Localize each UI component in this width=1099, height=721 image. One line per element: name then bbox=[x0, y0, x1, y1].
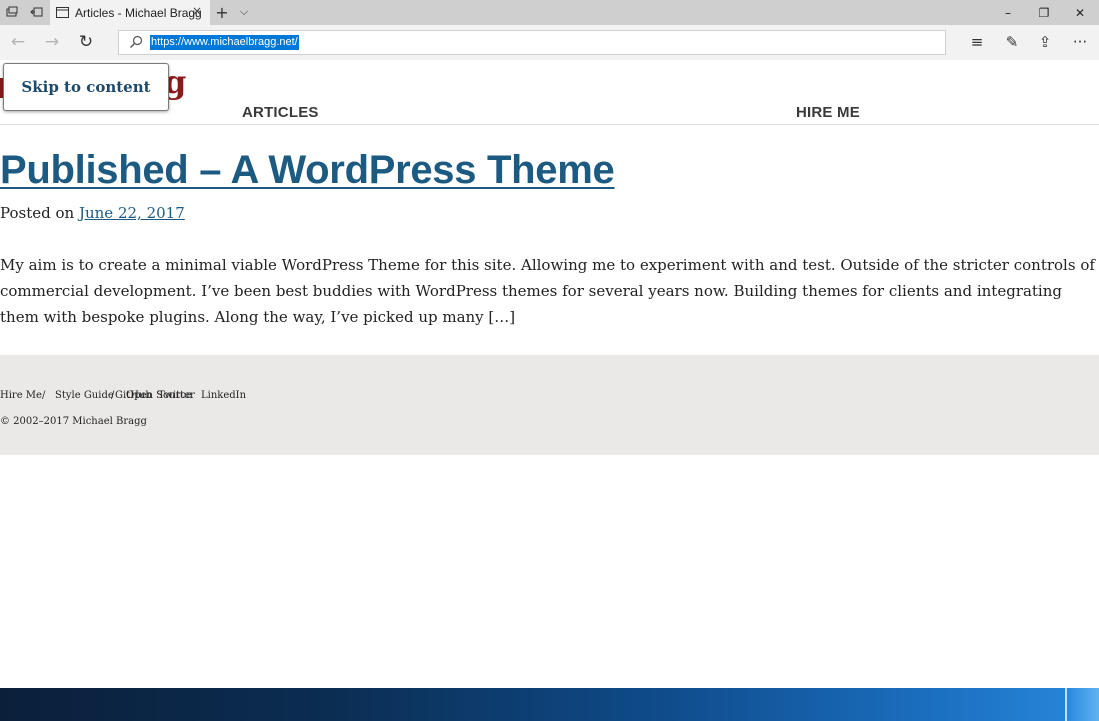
post-excerpt: My aim is to create a minimal viable Wor… bbox=[0, 256, 1095, 326]
minimize-button[interactable]: – bbox=[990, 0, 1026, 25]
desktop-taskbar bbox=[0, 688, 1099, 721]
new-tab-button[interactable]: + bbox=[214, 3, 230, 22]
close-window-button[interactable]: ✕ bbox=[1062, 0, 1098, 25]
page-icon bbox=[56, 7, 69, 18]
browser-toolbar: ← → ↻ https://www.michaelbragg.net/ ≡ ✎ … bbox=[0, 25, 1099, 60]
back-button[interactable]: ← bbox=[6, 31, 30, 53]
tabs-aside-icon[interactable] bbox=[4, 4, 20, 20]
tab-articles[interactable]: Articles - Michael Bragg × bbox=[50, 0, 210, 25]
post-title-link[interactable]: Published – A WordPress Theme bbox=[0, 148, 615, 193]
address-bar[interactable]: https://www.michaelbragg.net/ bbox=[118, 30, 946, 55]
footer-link-linkedin[interactable]: LinkedIn bbox=[201, 390, 246, 401]
set-tabs-aside-icon[interactable] bbox=[28, 4, 44, 20]
web-note-pen-icon[interactable]: ✎ bbox=[1000, 31, 1024, 53]
nav-item-hire-me[interactable]: HIRE ME bbox=[796, 104, 860, 121]
taskbar-window-thumbnail[interactable] bbox=[1065, 688, 1099, 721]
search-icon bbox=[130, 35, 143, 48]
reading-list-icon[interactable]: ≡ bbox=[965, 31, 989, 53]
footer-link-hire-me[interactable]: Hire Me bbox=[0, 390, 42, 401]
forward-button[interactable]: → bbox=[40, 31, 64, 53]
close-tab-icon[interactable]: × bbox=[192, 4, 202, 18]
more-options-icon[interactable]: ··· bbox=[1068, 31, 1092, 53]
refresh-button[interactable]: ↻ bbox=[74, 31, 98, 53]
url-text[interactable]: https://www.michaelbragg.net/ bbox=[150, 35, 299, 50]
footer-separator: / bbox=[111, 390, 115, 401]
tab-list-chevron-icon[interactable]: ⌵ bbox=[236, 4, 252, 20]
share-icon[interactable]: ⇪ bbox=[1033, 31, 1057, 53]
footer-link-twitter[interactable]: Twitter bbox=[158, 390, 195, 401]
restore-button[interactable]: ❐ bbox=[1026, 0, 1062, 25]
post-date-link[interactable]: June 22, 2017 bbox=[79, 204, 185, 222]
posted-on-label: Posted on bbox=[0, 204, 75, 222]
footer-link-style-guide[interactable]: Style Guide bbox=[55, 390, 114, 401]
site-footer: Hire Me / Style Guide / GitHub Open Sour… bbox=[0, 355, 1099, 455]
nav-item-articles[interactable]: ARTICLES bbox=[242, 104, 319, 121]
footer-separator: / bbox=[42, 390, 46, 401]
browser-title-bar: Articles - Michael Bragg × + ⌵ – ❐ ✕ bbox=[0, 0, 1099, 25]
nav-divider bbox=[0, 124, 1099, 125]
copyright-text: © 2002–2017 Michael Bragg bbox=[0, 416, 147, 427]
post-meta: Posted on June 22, 2017 bbox=[0, 204, 185, 222]
skip-to-content-link[interactable]: Skip to content bbox=[3, 63, 169, 111]
tab-title: Articles - Michael Bragg bbox=[75, 5, 202, 20]
